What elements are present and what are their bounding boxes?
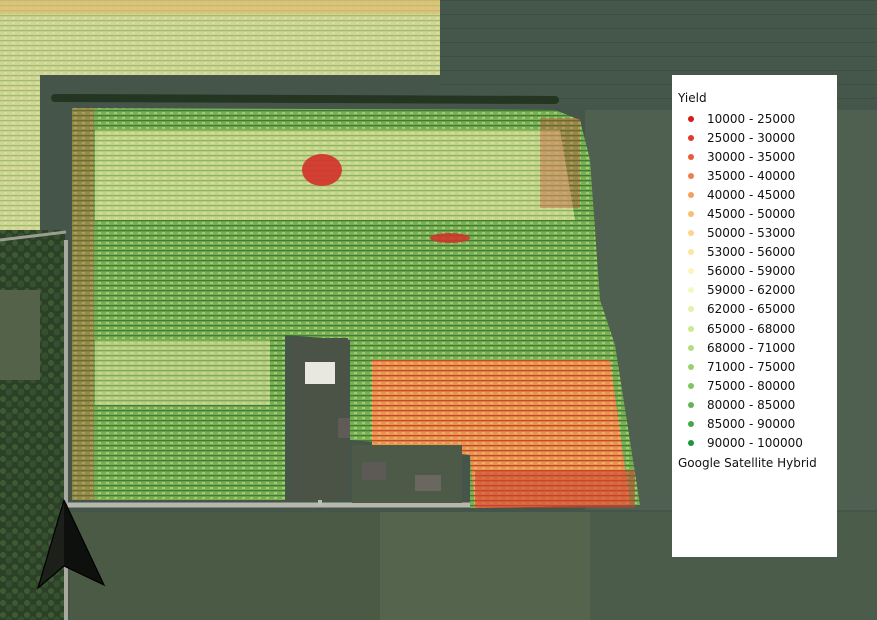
building: [415, 475, 441, 491]
legend-item-label: 80000 - 85000: [707, 397, 796, 412]
legend-swatch-icon: [688, 440, 694, 447]
legend-item-label: 85000 - 90000: [707, 417, 796, 432]
legend-swatch-icon: [688, 306, 694, 313]
legend-item: 80000 - 85000: [678, 395, 837, 414]
legend-item: 85000 - 90000: [678, 415, 837, 434]
legend-item-label: 56000 - 59000: [707, 264, 796, 279]
legend-swatch-icon: [688, 172, 694, 179]
legend-swatch-icon: [688, 115, 694, 122]
legend-swatch-icon: [688, 211, 694, 218]
legend-item-label: 50000 - 53000: [707, 226, 796, 241]
legend-item: 50000 - 53000: [678, 224, 837, 243]
legend-swatch-icon: [688, 153, 694, 160]
headland-west: [72, 108, 94, 500]
legend-item: 45000 - 50000: [678, 204, 837, 223]
legend-item-label: 45000 - 50000: [707, 207, 796, 222]
basemap-layer-label: Google Satellite Hybrid: [678, 455, 817, 470]
legend-classes: 10000 - 25000 25000 - 30000 30000 - 35000 3…: [678, 109, 837, 453]
legend-item: 90000 - 100000: [678, 434, 837, 453]
legend-item: 30000 - 35000: [678, 147, 837, 166]
legend-item: 68000 - 71000: [678, 338, 837, 357]
legend-item-label: 71000 - 75000: [707, 359, 796, 374]
legend-swatch-icon: [688, 230, 694, 237]
legend-item: 59000 - 62000: [678, 281, 837, 300]
legend-item: 75000 - 80000: [678, 376, 837, 395]
hedgerow-north: [51, 94, 559, 104]
legend-item: 65000 - 68000: [678, 319, 837, 338]
legend-swatch-icon: [688, 421, 694, 428]
legend-swatch-icon: [688, 249, 694, 256]
legend-item-label: 40000 - 45000: [707, 187, 796, 202]
house: [305, 362, 335, 384]
field-south: [380, 512, 590, 620]
legend-item: 40000 - 45000: [678, 185, 837, 204]
field-south-west: [70, 512, 380, 620]
legend-item-label: 25000 - 30000: [707, 130, 796, 145]
legend-item-label: 75000 - 80000: [707, 378, 796, 393]
legend-swatch-icon: [688, 325, 694, 332]
legend-item-label: 59000 - 62000: [707, 283, 796, 298]
legend-item-label: 53000 - 56000: [707, 245, 796, 260]
legend-swatch-icon: [688, 344, 694, 351]
headland-south: [475, 470, 635, 508]
shed: [338, 418, 350, 438]
legend-item: 71000 - 75000: [678, 357, 837, 376]
yield-band-medium-south: [95, 340, 270, 405]
legend-item-label: 10000 - 25000: [707, 111, 796, 126]
legend-item-label: 35000 - 40000: [707, 168, 796, 183]
adjacent-yield-edge: [0, 0, 440, 14]
building: [362, 462, 386, 480]
legend-item: 10000 - 25000: [678, 109, 837, 128]
legend-item: 25000 - 30000: [678, 128, 837, 147]
low-yield-spot: [302, 154, 342, 186]
legend-swatch-icon: [688, 382, 694, 389]
headland-east: [540, 118, 580, 208]
legend-title: Yield: [678, 91, 707, 105]
legend-item: 35000 - 40000: [678, 166, 837, 185]
legend-swatch-icon: [688, 401, 694, 408]
legend-swatch-icon: [688, 191, 694, 198]
legend-item: 56000 - 59000: [678, 262, 837, 281]
legend-swatch-icon: [688, 363, 694, 370]
legend-item: 62000 - 65000: [678, 300, 837, 319]
legend-item-label: 65000 - 68000: [707, 321, 796, 336]
clearing: [0, 290, 40, 380]
legend-item-label: 68000 - 71000: [707, 340, 796, 355]
legend-item: 53000 - 56000: [678, 243, 837, 262]
map-legend: Yield 10000 - 25000 25000 - 30000 30000 - …: [672, 75, 837, 557]
low-yield-spot: [430, 233, 470, 243]
legend-item-label: 62000 - 65000: [707, 302, 796, 317]
legend-item-label: 30000 - 35000: [707, 149, 796, 164]
legend-swatch-icon: [688, 287, 694, 294]
legend-item-label: 90000 - 100000: [707, 436, 803, 451]
legend-swatch-icon: [688, 134, 694, 141]
legend-swatch-icon: [688, 268, 694, 275]
